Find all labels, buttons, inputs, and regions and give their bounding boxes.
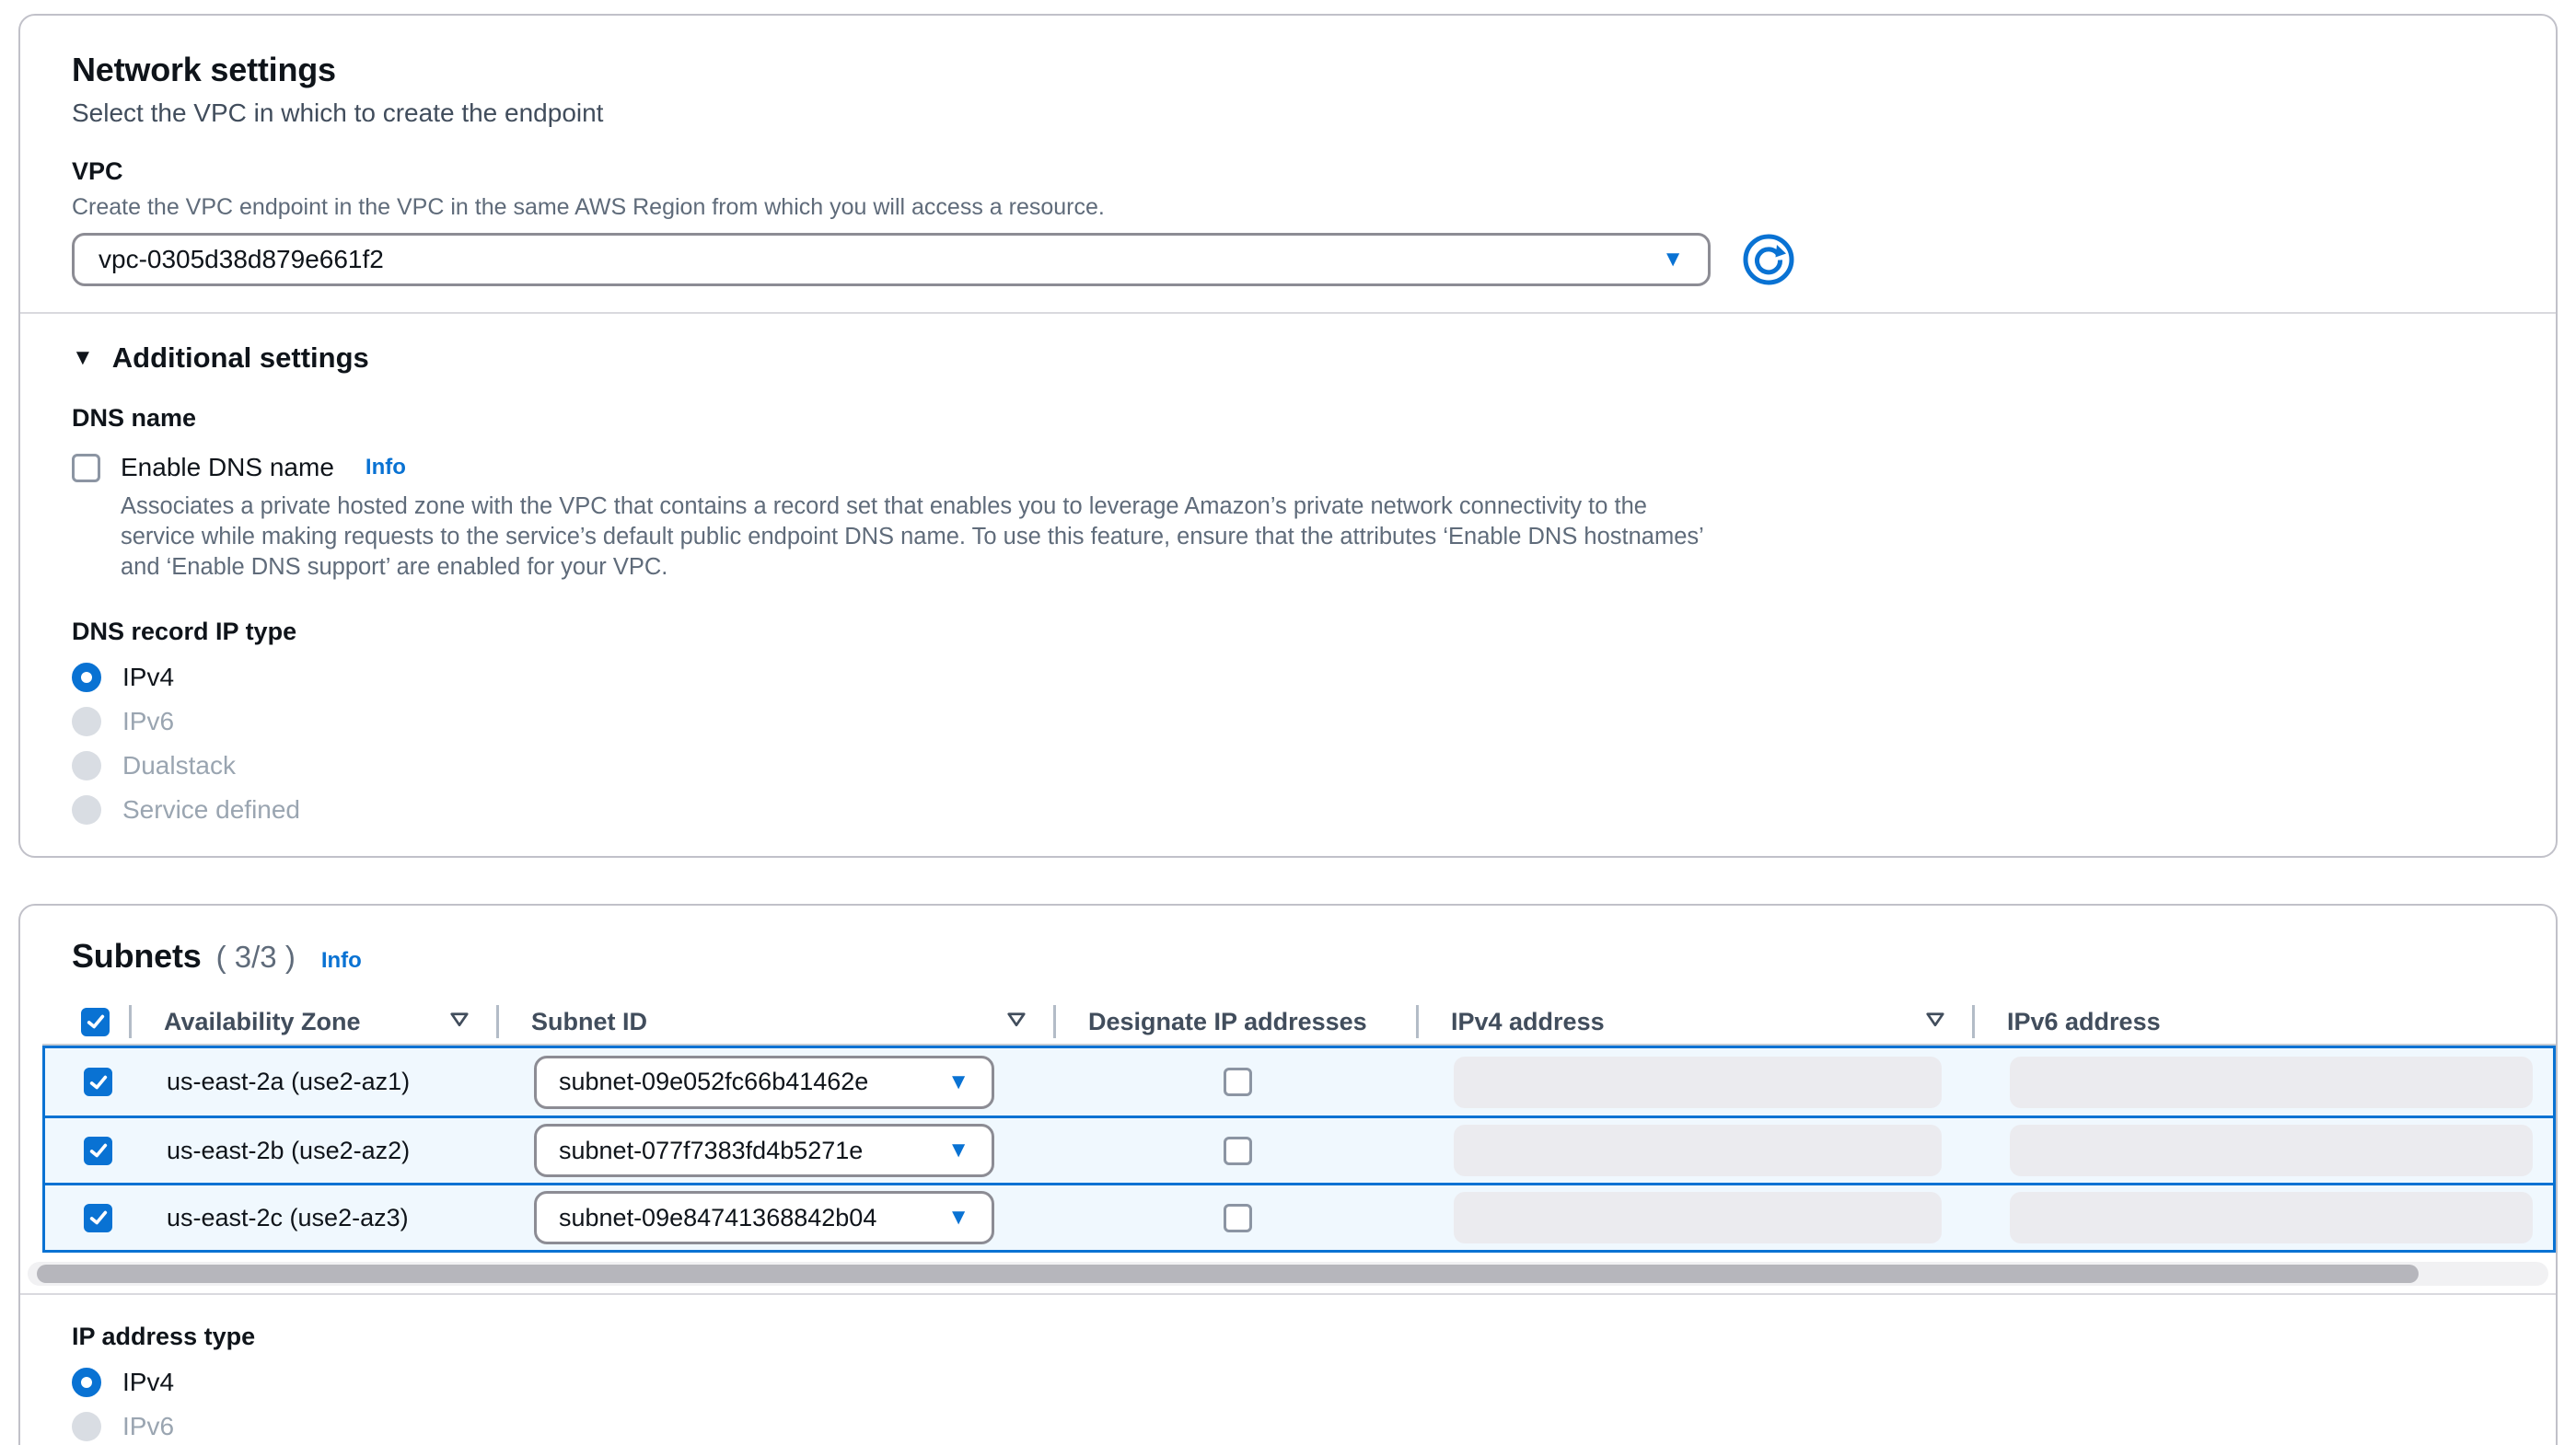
ipv6-address-field-disabled [2010, 1125, 2533, 1176]
enable-dns-name-checkbox-label: Enable DNS name [121, 453, 334, 482]
sort-icon[interactable] [448, 1008, 470, 1036]
dns-record-ip-type-label: DNS record IP type [72, 618, 2504, 646]
subnets-info-link[interactable]: Info [321, 948, 362, 974]
row-select-checkbox[interactable] [84, 1068, 112, 1096]
column-divider [1972, 1005, 1975, 1038]
subnets-counter: ( 3/3 ) [216, 940, 296, 975]
dns-name-description: Associates a private hosted zone with th… [121, 491, 1723, 583]
horizontal-scrollbar-track[interactable] [28, 1262, 2548, 1286]
radio-icon [72, 1412, 101, 1441]
additional-settings-heading: Additional settings [112, 341, 369, 375]
subnets-card: Subnets ( 3/3 ) Info Availability Zone S… [18, 904, 2558, 1445]
chevron-down-icon: ▼ [1662, 249, 1684, 271]
table-row: us-east-2c (use2-az3) subnet-09e84741368… [45, 1183, 2553, 1250]
designate-ip-checkbox[interactable] [1224, 1137, 1252, 1165]
ipv6-address-field-disabled [2010, 1192, 2533, 1243]
radio-option-ipv6: IPv6 [72, 707, 2504, 736]
vpc-label: VPC [72, 157, 2504, 186]
section-divider [20, 312, 2556, 314]
dns-record-ip-type-group: IPv4 IPv6 Dualstack Service defined [72, 663, 2504, 825]
ipv4-address-field-disabled [1454, 1192, 1942, 1243]
chevron-down-icon: ▼ [947, 1139, 969, 1162]
radio-icon[interactable] [72, 1368, 101, 1397]
column-divider [1416, 1005, 1419, 1038]
radio-icon[interactable] [72, 663, 101, 692]
column-header-ipv4-address[interactable]: IPv4 address [1416, 1000, 1972, 1044]
column-header-ipv6-address[interactable]: IPv6 address [1972, 1000, 2556, 1044]
network-settings-title: Network settings [72, 51, 2504, 89]
column-divider [129, 1005, 132, 1038]
ip-address-type-label: IP address type [72, 1323, 2504, 1351]
table-row: us-east-2a (use2-az1) subnet-09e052fc66b… [45, 1048, 2553, 1116]
radio-option-ipv6: IPv6 [72, 1412, 2504, 1441]
network-settings-card: Network settings Select the VPC in which… [18, 14, 2558, 858]
column-divider [496, 1005, 499, 1038]
radio-option-ipv4[interactable]: IPv4 [72, 1368, 2504, 1397]
sort-icon[interactable] [1005, 1008, 1027, 1036]
designate-ip-checkbox[interactable] [1224, 1068, 1252, 1096]
table-row: us-east-2b (use2-az2) subnet-077f7383fd4… [45, 1116, 2553, 1183]
chevron-down-icon: ▼ [947, 1207, 969, 1229]
radio-option-dualstack: Dualstack [72, 751, 2504, 780]
ip-address-type-group: IPv4 IPv6 Dualstack [72, 1368, 2504, 1445]
refresh-button[interactable] [1742, 233, 1795, 286]
vpc-description: Create the VPC endpoint in the VPC in th… [72, 194, 2504, 221]
column-header-subnet-id[interactable]: Subnet ID [496, 1000, 1053, 1044]
radio-icon [72, 795, 101, 825]
expand-triangle-icon: ▼ [72, 345, 94, 371]
additional-settings-toggle[interactable]: ▼ Additional settings [72, 341, 2504, 375]
enable-dns-name-checkbox[interactable] [72, 454, 100, 482]
vpc-select-value: vpc-0305d38d879e661f2 [99, 245, 1662, 274]
refresh-icon [1742, 275, 1795, 289]
designate-ip-checkbox[interactable] [1224, 1204, 1252, 1232]
subnets-table-body: us-east-2a (use2-az1) subnet-09e052fc66b… [42, 1046, 2556, 1253]
availability-zone-cell: us-east-2a (use2-az1) [132, 1048, 499, 1116]
availability-zone-cell: us-east-2c (use2-az3) [132, 1185, 499, 1250]
subnet-id-select[interactable]: subnet-077f7383fd4b5271e ▼ [534, 1124, 994, 1177]
subnet-id-select[interactable]: subnet-09e052fc66b41462e ▼ [534, 1056, 994, 1109]
subnets-title: Subnets [72, 937, 202, 976]
ipv4-address-field-disabled [1454, 1125, 1942, 1176]
subnet-id-select[interactable]: subnet-09e84741368842b04 ▼ [534, 1191, 994, 1244]
ipv4-address-field-disabled [1454, 1057, 1942, 1108]
column-header-availability-zone[interactable]: Availability Zone [129, 1000, 496, 1044]
horizontal-scrollbar-thumb[interactable] [37, 1265, 2419, 1283]
subnets-table-header: Availability Zone Subnet ID Designate IP… [42, 1000, 2556, 1044]
row-select-checkbox[interactable] [84, 1204, 112, 1232]
sort-icon[interactable] [1924, 1008, 1946, 1036]
row-select-checkbox[interactable] [84, 1137, 112, 1165]
vpc-select[interactable]: vpc-0305d38d879e661f2 ▼ [72, 233, 1711, 286]
column-divider [1053, 1005, 1056, 1038]
network-settings-subtitle: Select the VPC in which to create the en… [72, 98, 2504, 128]
chevron-down-icon: ▼ [947, 1071, 969, 1093]
availability-zone-cell: us-east-2b (use2-az2) [132, 1118, 499, 1183]
dns-name-label: DNS name [72, 404, 2504, 433]
column-header-designate-ip[interactable]: Designate IP addresses [1053, 1000, 1416, 1044]
dns-name-info-link[interactable]: Info [366, 455, 406, 480]
radio-icon [72, 707, 101, 736]
radio-icon [72, 751, 101, 780]
radio-option-ipv4[interactable]: IPv4 [72, 663, 2504, 692]
select-all-checkbox[interactable] [81, 1008, 110, 1036]
ipv6-address-field-disabled [2010, 1057, 2533, 1108]
radio-option-service-defined: Service defined [72, 795, 2504, 825]
